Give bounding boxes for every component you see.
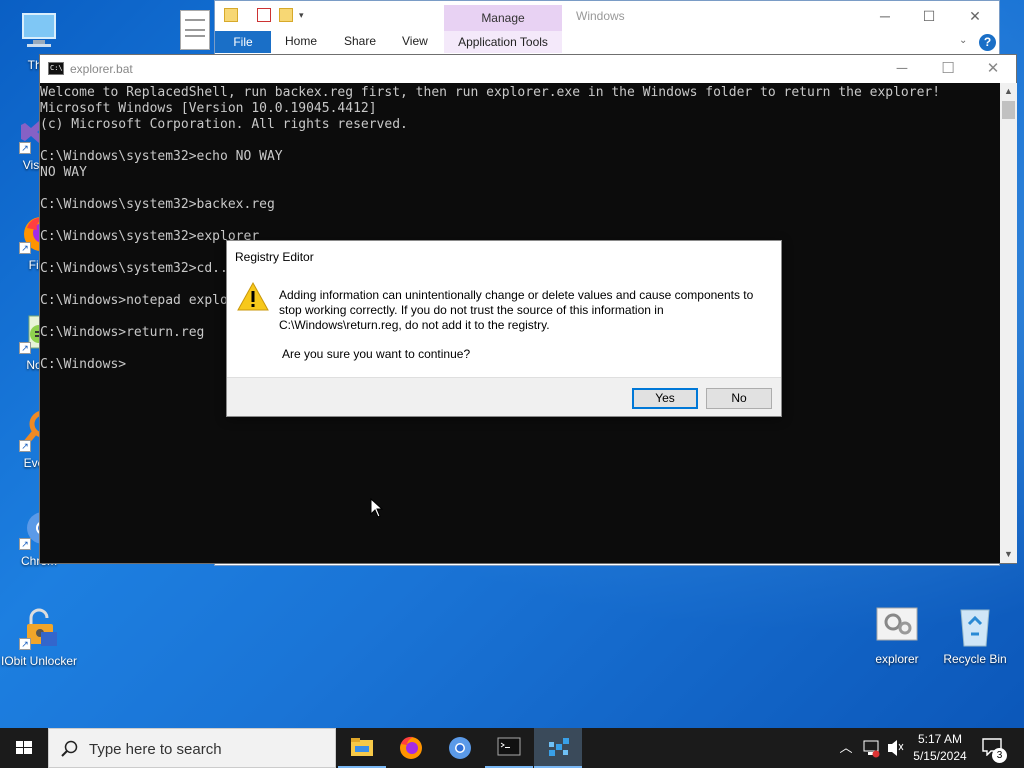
dialog-footer: Yes No (227, 377, 781, 416)
registry-editor-icon (549, 738, 569, 756)
explorer-titlebar[interactable]: ▾ Manage Windows ─ ☐ ✕ (215, 1, 999, 31)
scroll-thumb[interactable] (1002, 101, 1015, 119)
console-line: Welcome to ReplacedShell, run backex.reg… (40, 85, 941, 100)
maximize-button[interactable]: ☐ (938, 59, 958, 79)
close-button[interactable]: ✕ (965, 7, 985, 25)
taskbar: Type here to search ︿ 5:17 AM 5/15/2024 … (0, 728, 1024, 768)
new-folder-icon[interactable] (279, 8, 293, 22)
explorer-title: Windows (576, 9, 625, 23)
minimize-button[interactable]: ─ (892, 59, 912, 79)
shortcut-arrow-icon: ↗ (19, 638, 31, 650)
taskbar-chromium[interactable] (436, 728, 484, 768)
volume-muted-icon[interactable] (884, 728, 906, 768)
file-explorer-icon (351, 738, 373, 756)
folder-icon[interactable] (224, 8, 238, 22)
shortcut-arrow-icon: ↗ (19, 342, 31, 354)
document-icon[interactable] (180, 10, 210, 50)
console-line: C:\Windows\system32>backex.reg (40, 197, 275, 212)
iobit-unlocker-icon: ↗ (17, 606, 61, 650)
scrollbar[interactable]: ▲ ▼ (1000, 83, 1017, 563)
show-hidden-icons-icon[interactable]: ︿ (836, 728, 856, 768)
minimize-button[interactable]: ─ (875, 7, 895, 25)
console-line: C:\Windows\system32>echo NO WAY (40, 149, 283, 164)
shortcut-arrow-icon: ↗ (19, 142, 31, 154)
cmd-icon: C:\ (48, 62, 64, 75)
desktop-icon-label: IObit Unlocker (0, 654, 78, 668)
no-button[interactable]: No (706, 388, 772, 409)
tab-home[interactable]: Home (285, 34, 317, 48)
firefox-icon (400, 736, 422, 759)
clock-time: 5:17 AM (917, 732, 963, 746)
taskbar-registry-editor[interactable] (534, 728, 582, 768)
dialog-question: Are you sure you want to continue? (282, 347, 471, 361)
shortcut-arrow-icon: ↗ (19, 440, 31, 452)
desktop-icon-iobit-unlocker[interactable]: ↗ IObit Unlocker (0, 606, 78, 669)
cmd-titlebar[interactable]: C:\ explorer.bat ─ ☐ ✕ (40, 55, 1016, 83)
maximize-button[interactable]: ☐ (919, 7, 939, 25)
help-icon[interactable]: ? (979, 34, 996, 51)
taskbar-file-explorer[interactable] (338, 728, 386, 768)
clock[interactable]: 5:17 AM 5/15/2024 (906, 731, 974, 765)
close-button[interactable]: ✕ (983, 59, 1003, 79)
taskbar-command-prompt[interactable] (485, 728, 533, 768)
desktop-icon-label: explorer (875, 652, 919, 666)
mouse-cursor-icon (370, 497, 384, 518)
search-box[interactable]: Type here to search (48, 728, 336, 768)
network-icon[interactable] (860, 728, 882, 768)
desktop-icon-explorer-bat[interactable]: explorer (858, 604, 936, 667)
command-prompt-icon (497, 737, 521, 756)
properties-icon[interactable] (257, 8, 271, 22)
warning-icon (237, 281, 269, 313)
tab-view[interactable]: View (402, 34, 428, 48)
recycle-bin-icon (953, 604, 997, 648)
desktop-icon-recycle-bin[interactable]: Recycle Bin (936, 604, 1014, 667)
clock-date: 5/15/2024 (913, 749, 967, 763)
shortcut-arrow-icon: ↗ (19, 538, 31, 550)
windows-logo-icon (16, 741, 32, 754)
registry-editor-dialog[interactable]: Registry Editor Adding information can u… (226, 240, 782, 417)
computer-icon (17, 10, 61, 54)
taskbar-firefox[interactable] (387, 728, 435, 768)
manage-tab[interactable]: Manage (444, 5, 562, 31)
scroll-up-icon[interactable]: ▲ (1000, 83, 1017, 100)
tab-file[interactable]: File (215, 31, 271, 53)
tab-share[interactable]: Share (344, 34, 376, 48)
search-icon (61, 740, 78, 757)
console-line: NO WAY (40, 165, 87, 180)
cmd-title: explorer.bat (70, 62, 133, 76)
scroll-down-icon[interactable]: ▼ (1000, 546, 1017, 563)
desktop-icon-label: Recycle Bin (943, 652, 1007, 666)
ribbon-expand-icon[interactable]: ⌄ (959, 35, 967, 46)
start-button[interactable] (0, 728, 48, 768)
dialog-message: Adding information can unintentionally c… (279, 288, 754, 332)
search-placeholder: Type here to search (89, 741, 222, 758)
tab-application-tools[interactable]: Application Tools (444, 31, 562, 53)
customize-quick-access-icon[interactable]: ▾ (299, 10, 304, 21)
shortcut-arrow-icon: ↗ (19, 242, 31, 254)
console-line: (c) Microsoft Corporation. All rights re… (40, 117, 408, 132)
chromium-icon (449, 737, 471, 759)
console-line: Microsoft Windows [Version 10.0.19045.44… (40, 101, 377, 116)
dialog-title: Registry Editor (235, 250, 314, 264)
yes-button[interactable]: Yes (632, 388, 698, 409)
notification-count-badge: 3 (992, 748, 1007, 763)
batch-file-icon (875, 604, 919, 648)
ribbon-tabs: File Home Share View Application Tools ⌄… (215, 31, 999, 53)
